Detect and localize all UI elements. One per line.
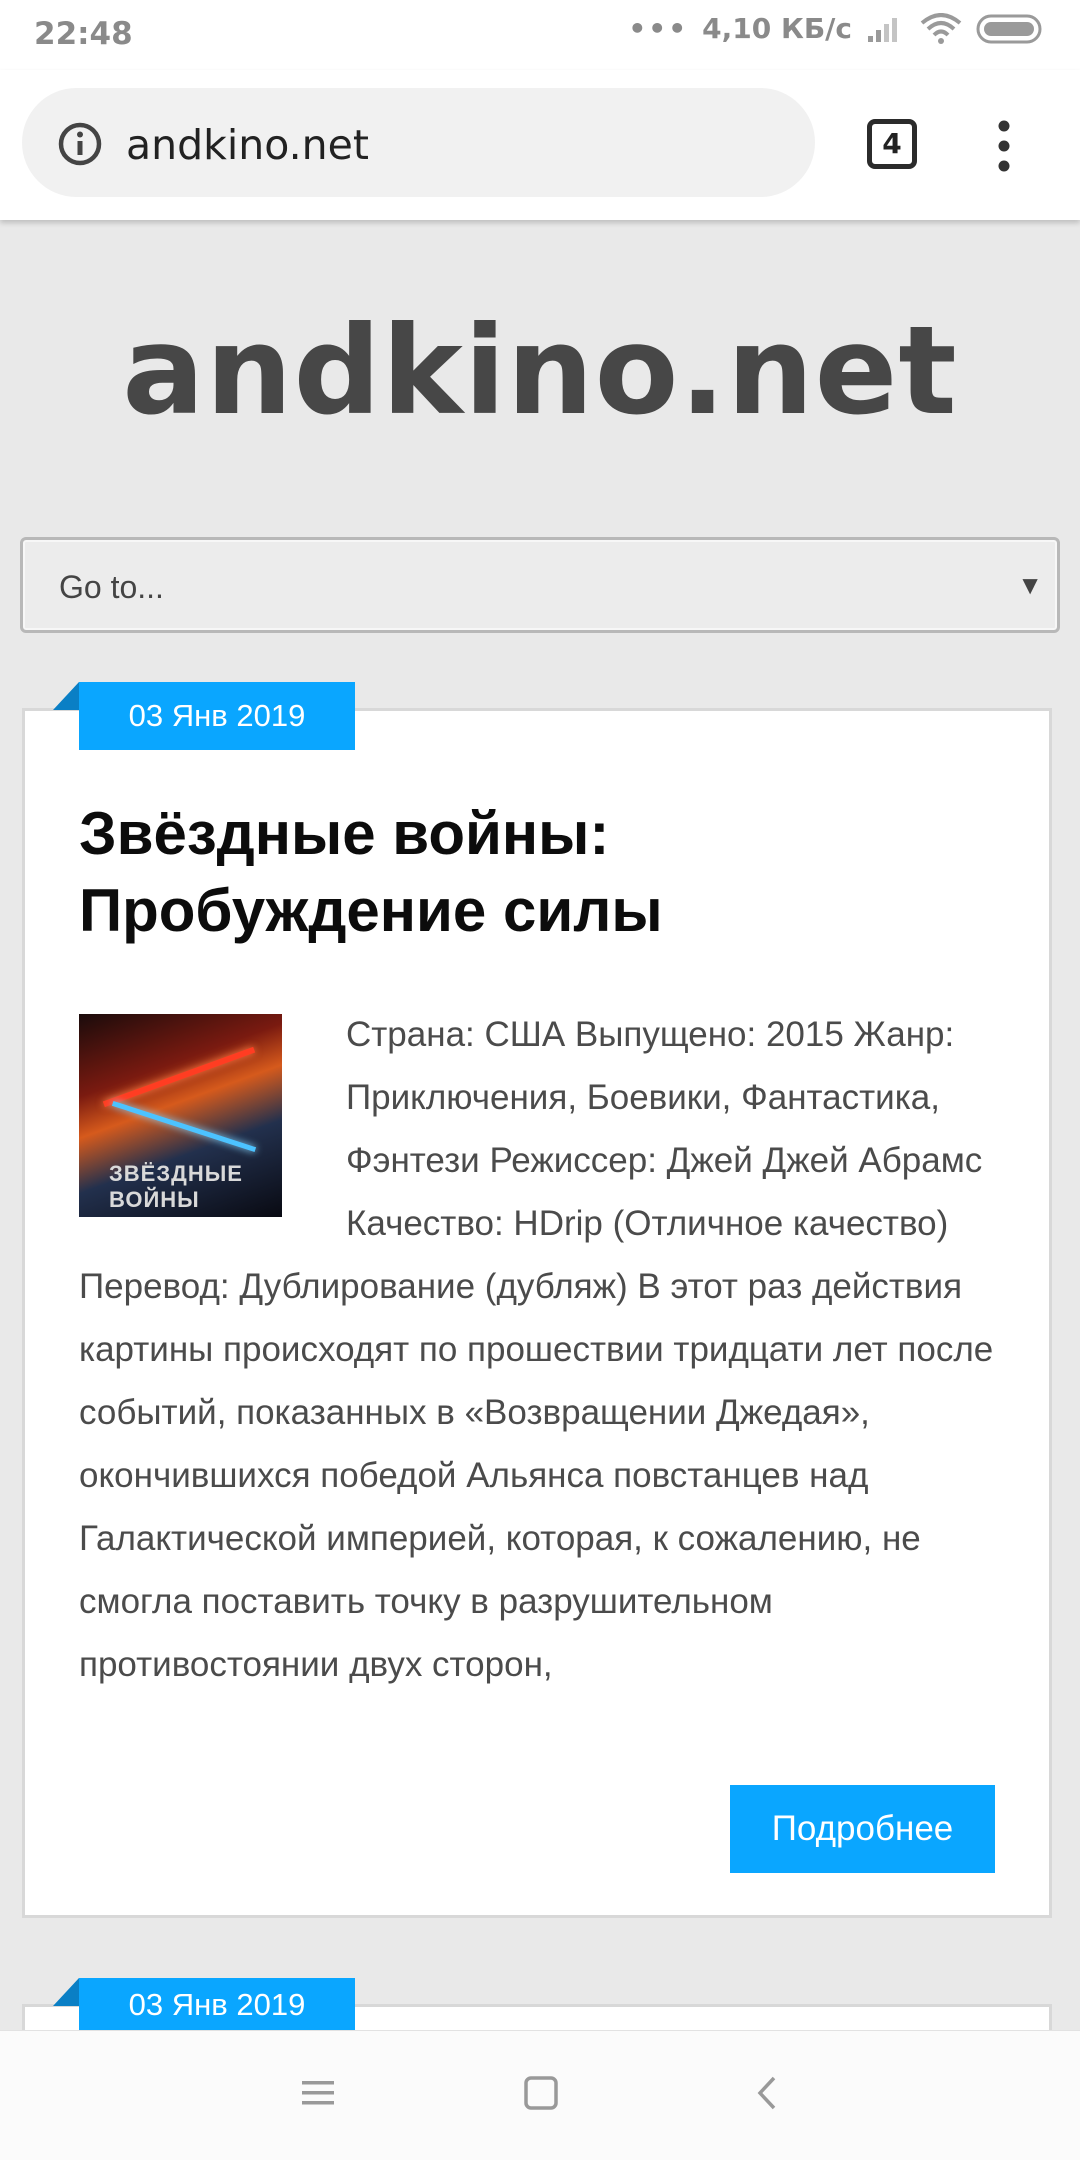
notification-dots-icon: ••• — [628, 12, 689, 45]
battery-icon — [976, 14, 1042, 43]
back-icon[interactable] — [754, 2075, 780, 2111]
goto-select[interactable]: Go to... ▼ — [20, 537, 1060, 633]
post-excerpt: Страна: США Выпущено: 2015 Жанр: Приключ… — [79, 1003, 999, 1696]
status-indicators: ••• 4,10 КБ/с — [628, 12, 1046, 45]
site-title[interactable]: andkino.net — [0, 300, 1080, 442]
status-time: 22:48 — [34, 16, 133, 52]
date-badge-fold — [53, 1978, 79, 2006]
info-icon[interactable] — [58, 122, 102, 166]
network-speed: 4,10 КБ/с — [702, 12, 852, 45]
date-badge-fold — [53, 682, 79, 710]
tab-switcher-icon[interactable]: 4 — [867, 119, 917, 169]
dropdown-arrow-icon: ▼ — [1017, 570, 1043, 600]
wifi-icon — [920, 12, 962, 44]
poster-float-spacer — [79, 1003, 346, 1251]
browser-toolbar: andkino.net 4 — [0, 70, 1080, 220]
overflow-menu-icon[interactable] — [992, 120, 1016, 172]
address-bar[interactable]: andkino.net — [22, 88, 815, 197]
post-title[interactable]: Звёздные войны: Пробуждение силы — [79, 795, 979, 949]
status-bar: 22:48 ••• 4,10 КБ/с — [0, 0, 1080, 70]
home-icon[interactable] — [523, 2075, 559, 2111]
read-more-button[interactable]: Подробнее — [730, 1785, 995, 1873]
url-text[interactable]: andkino.net — [126, 121, 369, 169]
post-date-badge: 03 Янв 2019 — [79, 1978, 355, 2032]
recents-icon[interactable] — [300, 2075, 336, 2111]
signal-icon — [868, 17, 897, 42]
post-date-badge: 03 Янв 2019 — [79, 682, 355, 750]
goto-select-value: Go to... — [59, 569, 164, 605]
system-navigation-bar — [0, 2030, 1080, 2160]
